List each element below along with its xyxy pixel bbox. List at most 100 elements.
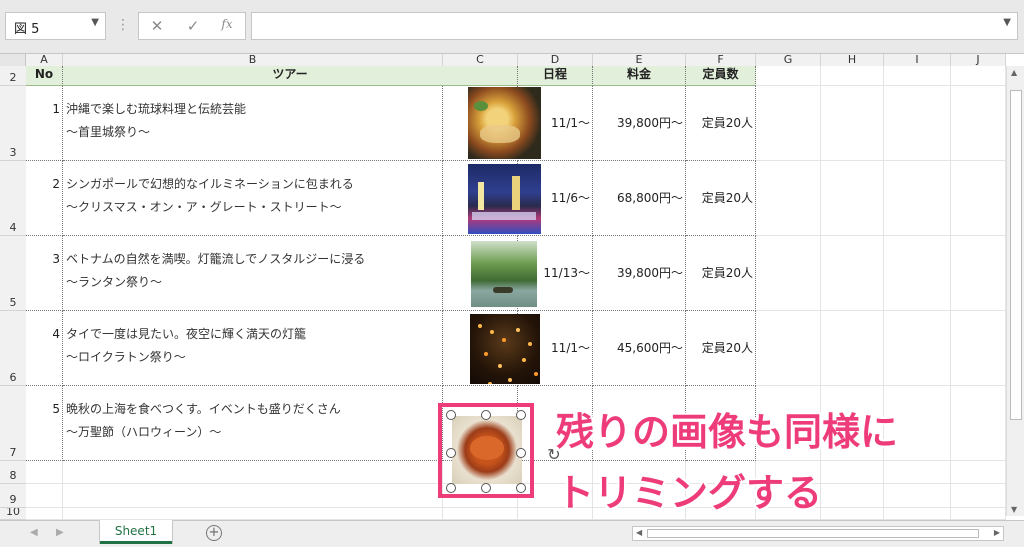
empty-cell[interactable] (821, 161, 884, 236)
empty-cell[interactable] (26, 508, 63, 520)
expand-formula-icon[interactable]: ▼ (1003, 17, 1011, 28)
select-all-corner[interactable] (0, 54, 26, 66)
row-no[interactable]: 4 (26, 311, 63, 386)
horizontal-scrollbar[interactable]: ◀ ▶ (632, 526, 1004, 541)
empty-cell[interactable] (884, 66, 951, 86)
row-tour[interactable]: ベトナムの自然を満喫。灯籠流しでノスタルジーに浸る ～ランタン祭り～ (63, 236, 443, 311)
scroll-left-icon[interactable]: ◀ (636, 528, 642, 537)
name-box[interactable]: 図 5 ▼ (5, 12, 106, 40)
empty-cell[interactable] (26, 484, 63, 508)
scroll-right-icon[interactable]: ▶ (994, 528, 1000, 537)
column-header-f[interactable]: F (686, 54, 756, 66)
vietnam-boat-photo[interactable] (471, 241, 537, 307)
column-header-g[interactable]: G (756, 54, 821, 66)
row-tour[interactable]: 晩秋の上海を食べつくす。イベントも盛りだくさん ～万聖節（ハロウィーン）～ (63, 386, 443, 461)
row-no[interactable]: 3 (26, 236, 63, 311)
column-header-e[interactable]: E (593, 54, 686, 66)
empty-cell[interactable] (756, 311, 821, 386)
resize-handle-bottom-left[interactable] (446, 483, 456, 493)
insert-function-icon[interactable]: fx (217, 17, 237, 31)
column-header-c[interactable]: C (443, 54, 518, 66)
empty-cell[interactable] (821, 86, 884, 161)
empty-cell[interactable] (951, 461, 1006, 484)
empty-cell[interactable] (951, 508, 1006, 520)
vertical-scrollbar[interactable]: ▲ ▼ (1006, 66, 1024, 516)
name-box-dropdown-icon[interactable]: ▼ (91, 17, 99, 28)
empty-cell[interactable] (26, 461, 63, 484)
row-capacity[interactable]: 定員20人 (686, 236, 756, 311)
scroll-up-icon[interactable]: ▲ (1011, 68, 1017, 77)
header-price[interactable]: 料金 (593, 66, 686, 86)
tab-scroll-left-icon[interactable]: ◀ (30, 527, 38, 538)
empty-cell[interactable] (756, 236, 821, 311)
row-price[interactable]: 39,800円～ (593, 236, 686, 311)
row-capacity[interactable]: 定員20人 (686, 311, 756, 386)
empty-cell[interactable] (884, 461, 951, 484)
empty-cell[interactable] (756, 161, 821, 236)
empty-cell[interactable] (821, 508, 884, 520)
column-header-i[interactable]: I (884, 54, 951, 66)
empty-cell[interactable] (951, 161, 1006, 236)
singapore-illumination-photo[interactable] (468, 164, 541, 234)
row-header-8[interactable]: 8 (0, 461, 26, 484)
empty-cell[interactable] (951, 484, 1006, 508)
column-header-h[interactable]: H (821, 54, 884, 66)
tab-sheet1[interactable]: Sheet1 (100, 520, 172, 544)
tab-scroll-right-icon[interactable]: ▶ (56, 527, 64, 538)
resize-handle-right[interactable] (516, 448, 526, 458)
row-tour[interactable]: シンガポールで幻想的なイルミネーションに包まれる ～クリスマス・オン・ア・グレート… (63, 161, 443, 236)
resize-handle-top-left[interactable] (446, 410, 456, 420)
column-header-b[interactable]: B (63, 54, 443, 66)
column-header-a[interactable]: A (26, 54, 63, 66)
empty-cell[interactable] (821, 484, 884, 508)
empty-cell[interactable] (951, 86, 1006, 161)
empty-cell[interactable] (884, 311, 951, 386)
resize-handle-top-right[interactable] (516, 410, 526, 420)
okinawa-food-photo[interactable] (468, 87, 541, 159)
empty-cell[interactable] (443, 508, 518, 520)
resize-handle-bottom-right[interactable] (516, 483, 526, 493)
empty-cell[interactable] (821, 461, 884, 484)
cancel-icon[interactable]: ✕ (147, 17, 167, 35)
empty-cell[interactable] (951, 311, 1006, 386)
empty-cell[interactable] (756, 66, 821, 86)
empty-cell[interactable] (884, 484, 951, 508)
column-header-d[interactable]: D (518, 54, 593, 66)
row-price[interactable]: 45,600円～ (593, 311, 686, 386)
empty-cell[interactable] (951, 236, 1006, 311)
resize-handle-bottom[interactable] (481, 483, 491, 493)
thailand-lanterns-photo[interactable] (470, 314, 540, 384)
empty-cell[interactable] (884, 161, 951, 236)
enter-icon[interactable]: ✓ (183, 17, 203, 35)
header-no[interactable]: No (26, 66, 63, 86)
row-no[interactable]: 1 (26, 86, 63, 161)
resize-handle-left[interactable] (446, 448, 456, 458)
empty-cell[interactable] (821, 236, 884, 311)
empty-cell[interactable] (821, 311, 884, 386)
row-header-10[interactable]: 10 (0, 508, 26, 520)
row-capacity[interactable]: 定員20人 (686, 161, 756, 236)
row-header-4[interactable]: 4 (0, 161, 26, 236)
row-price[interactable]: 68,800円～ (593, 161, 686, 236)
row-header-5[interactable]: 5 (0, 236, 26, 311)
empty-cell[interactable] (884, 508, 951, 520)
row-header-9[interactable]: 9 (0, 484, 26, 508)
empty-cell[interactable] (884, 86, 951, 161)
column-header-j[interactable]: J (951, 54, 1006, 66)
header-capacity[interactable]: 定員数 (686, 66, 756, 86)
header-tour[interactable]: ツアー (63, 66, 518, 86)
empty-cell[interactable] (951, 386, 1006, 461)
scroll-down-icon[interactable]: ▼ (1011, 505, 1017, 514)
empty-cell[interactable] (756, 86, 821, 161)
horizontal-scroll-thumb[interactable] (647, 529, 979, 538)
row-header-7[interactable]: 7 (0, 386, 26, 461)
empty-cell[interactable] (821, 66, 884, 86)
empty-cell[interactable] (951, 66, 1006, 86)
empty-cell[interactable] (63, 484, 443, 508)
row-price[interactable]: 39,800円～ (593, 86, 686, 161)
empty-cell[interactable] (63, 508, 443, 520)
row-no[interactable]: 5 (26, 386, 63, 461)
add-sheet-icon[interactable]: + (206, 525, 222, 541)
empty-cell[interactable] (884, 236, 951, 311)
empty-cell[interactable] (63, 461, 443, 484)
